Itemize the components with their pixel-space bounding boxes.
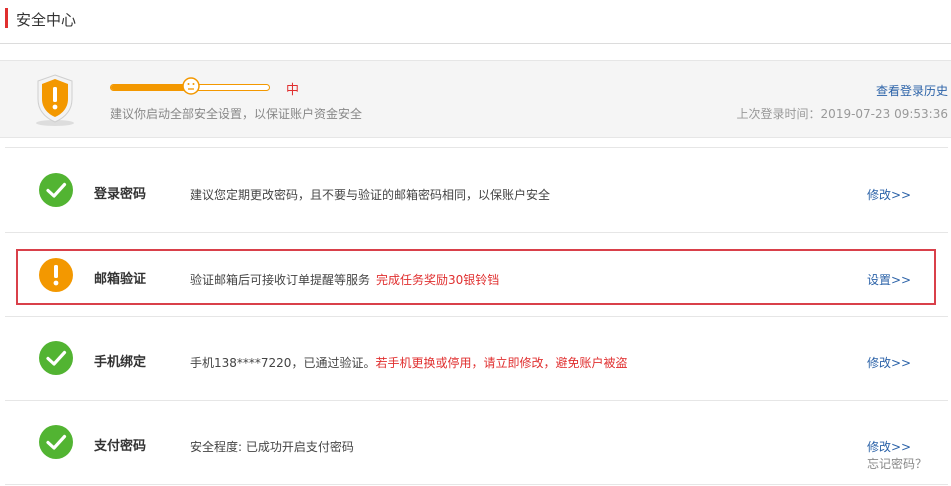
security-suggestion: 建议你启动全部安全设置，以保证账户资金安全	[110, 107, 363, 121]
item-description: 验证邮箱后可接收订单提醒等服务 完成任务奖励30银铃铛	[190, 271, 499, 288]
item-description: 建议您定期更改密码，且不要与验证的邮箱密码相同，以保账户安全	[190, 186, 550, 203]
list-item-login-password: 登录密码 建议您定期更改密码，且不要与验证的邮箱密码相同，以保账户安全 修改>>	[5, 150, 948, 230]
item-desc-text: 建议您定期更改密码，且不要与验证的邮箱密码相同，以保账户安全	[190, 188, 551, 202]
forgot-password-link[interactable]: 忘记密码？	[867, 455, 927, 472]
security-level-label: 中	[286, 83, 300, 98]
divider	[5, 400, 948, 401]
login-history-link[interactable]: 查看登录历史	[876, 82, 948, 99]
shield-warning-icon	[36, 74, 74, 126]
item-name: 手机绑定	[94, 355, 147, 370]
neutral-face-icon	[182, 77, 200, 95]
security-summary: 中 建议你启动全部安全设置，以保证账户资金安全 查看登录历史 上次登录时间：20…	[0, 60, 951, 138]
header-accent-bar	[5, 8, 8, 28]
divider	[5, 147, 948, 148]
check-circle-icon	[39, 173, 73, 207]
divider	[5, 316, 948, 317]
page-title: 安全中心	[16, 11, 77, 29]
item-description: 安全程度: 已成功开启支付密码	[190, 438, 354, 455]
item-desc-text: 安全程度: 已成功开启支付密码	[190, 440, 354, 454]
last-login-time: 上次登录时间：2019-07-23 09:53:36	[736, 107, 948, 121]
check-circle-icon	[39, 425, 73, 459]
modify-payment-password-link[interactable]: 修改>>	[867, 438, 911, 455]
item-desc-text: 手机138****7220，已通过验证。	[190, 356, 376, 370]
divider	[5, 232, 948, 233]
modify-phone-link[interactable]: 修改>>	[867, 354, 911, 371]
reward-text: 完成任务奖励30银铃铛	[376, 273, 500, 287]
warning-circle-icon	[39, 258, 73, 292]
list-item-phone-binding: 手机绑定 手机138****7220，已通过验证。若手机更换或停用，请立即修改，…	[5, 320, 948, 400]
modify-login-password-link[interactable]: 修改>>	[867, 186, 911, 203]
divider	[5, 484, 948, 485]
security-level-fill	[111, 85, 190, 90]
check-circle-icon	[39, 341, 73, 375]
setup-email-link[interactable]: 设置>>	[867, 271, 911, 288]
phone-warning-text: 若手机更换或停用，请立即修改，避免账户被盗	[375, 356, 628, 370]
list-item-payment-password: 支付密码 安全程度: 已成功开启支付密码 修改>> 忘记密码？	[5, 404, 948, 484]
item-name: 登录密码	[94, 187, 147, 202]
item-description: 手机138****7220，已通过验证。若手机更换或停用，请立即修改，避免账户被…	[190, 354, 627, 371]
item-name: 邮箱验证	[94, 272, 147, 287]
page-header: 安全中心	[0, 0, 951, 44]
item-name: 支付密码	[94, 439, 147, 454]
item-desc-text: 验证邮箱后可接收订单提醒等服务	[190, 273, 371, 287]
list-item-email-verification: 邮箱验证 验证邮箱后可接收订单提醒等服务 完成任务奖励30银铃铛 设置>>	[5, 235, 948, 315]
